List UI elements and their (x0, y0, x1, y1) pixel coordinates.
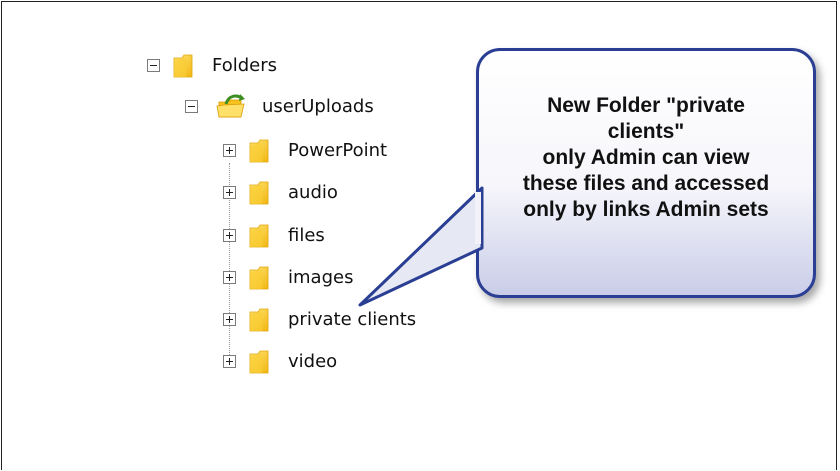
expand-toggle-icon[interactable] (223, 143, 236, 157)
tree-node-label: Folders (212, 54, 278, 76)
callout-line: only Admin can view (542, 146, 750, 169)
tree-node-label: files (288, 224, 325, 246)
expand-toggle-icon[interactable] (223, 228, 236, 242)
callout-text: New Folder "private clients" only Admin … (523, 93, 769, 223)
expand-toggle-icon[interactable] (223, 354, 236, 368)
folder-icon (248, 348, 270, 374)
folder-icon (248, 179, 270, 205)
tree-node-folders[interactable]: Folders (147, 50, 277, 80)
expand-toggle-icon[interactable] (223, 312, 236, 326)
callout-line: New Folder "private (547, 94, 745, 117)
tree-node-video[interactable]: video (223, 346, 337, 376)
callout-line: clients" (607, 120, 685, 143)
tree-node-label: userUploads (262, 95, 374, 117)
tree-node-audio[interactable]: audio (223, 177, 338, 207)
folder-icon (248, 137, 270, 163)
callout-line: only by links Admin sets (523, 198, 769, 221)
tree-node-user-uploads[interactable]: userUploads (185, 91, 374, 121)
callout-box: New Folder "private clients" only Admin … (476, 48, 816, 298)
tree-node-files[interactable]: files (223, 220, 325, 250)
tree-node-powerpoint[interactable]: PowerPoint (223, 135, 387, 165)
folder-icon (172, 52, 194, 78)
tree-node-label: private clients (288, 308, 417, 330)
expand-toggle-icon[interactable] (223, 185, 236, 199)
tree-node-private-clients[interactable]: private clients (223, 304, 416, 334)
callout-line: these files and accessed (522, 172, 770, 195)
collapse-toggle-icon[interactable] (185, 99, 198, 113)
folder-icon (248, 306, 270, 332)
open-folder-icon (216, 94, 245, 118)
tree-node-label: images (288, 266, 354, 288)
tree-node-images[interactable]: images (223, 262, 353, 292)
tree-node-label: audio (288, 181, 338, 203)
tree-node-label: video (288, 350, 338, 372)
collapse-toggle-icon[interactable] (147, 58, 160, 72)
expand-toggle-icon[interactable] (223, 270, 236, 284)
tree-node-label: PowerPoint (288, 139, 388, 161)
folder-icon (248, 222, 270, 248)
folder-icon (248, 264, 270, 290)
